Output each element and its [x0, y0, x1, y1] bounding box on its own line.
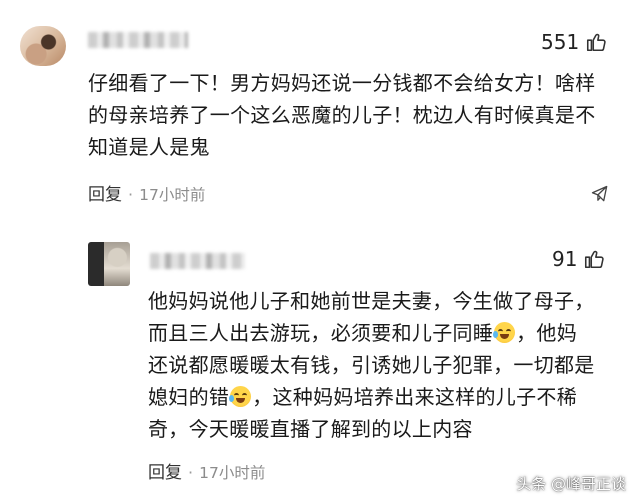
comment-line: 奇，今天暖暖直播了解到的以上内容 [148, 417, 473, 441]
like-count: 551 [541, 30, 580, 54]
reply-button[interactable]: 回复 [88, 185, 122, 205]
comment-line: 媳妇的错 ，这种妈妈培养出来这样的儿子不稀 [148, 381, 626, 413]
username-blurred[interactable] [88, 32, 188, 48]
comment-meta: 回复 · 17小时前 [148, 458, 265, 483]
comment-segment: ，他妈 [516, 321, 578, 345]
like-count: 91 [552, 247, 578, 271]
username-blurred[interactable] [150, 253, 245, 269]
comment-line: 的母亲培养了一个这么恶魔的儿子！枕边人有时候真是不 [88, 103, 596, 127]
thumbs-up-icon [585, 250, 605, 269]
comment-segment: 媳妇的错 [148, 385, 230, 409]
comment-text: 他妈妈说他儿子和她前世是夫妻，今生做了母子， 而且三人出去游玩，必须要和儿子同睡… [148, 285, 626, 445]
comment-line: 而且三人出去游玩，必须要和儿子同睡 ，他妈 [148, 317, 626, 349]
comment-meta: 回复 · 17小时前 [88, 180, 205, 205]
comment-line: 知道是人是鬼 [88, 135, 210, 159]
laughing-crying-emoji-icon [493, 322, 516, 343]
comment-line: 还说都愿暖暖太有钱，引诱她儿子犯罪，一切都是 [148, 353, 595, 377]
timestamp: 17小时前 [199, 464, 266, 482]
avatar[interactable] [20, 26, 66, 66]
like-button[interactable]: 551 [541, 30, 607, 54]
comment-line: 仔细看了一下！男方妈妈还说一分钱都不会给女方！啥样 [88, 71, 596, 95]
avatar[interactable] [88, 242, 130, 286]
comment-text: 仔细看了一下！男方妈妈还说一分钱都不会给女方！啥样 的母亲培养了一个这么恶魔的儿… [88, 67, 618, 163]
comment-segment: ，这种妈妈培养出来这样的儿子不稀 [252, 385, 578, 409]
separator: · [188, 463, 194, 482]
laughing-crying-emoji-icon [229, 386, 252, 407]
timestamp: 17小时前 [139, 186, 206, 204]
comment-segment: 而且三人出去游玩，必须要和儿子同睡 [148, 321, 494, 345]
reply-button[interactable]: 回复 [148, 463, 182, 483]
share-icon[interactable] [590, 184, 610, 204]
like-button[interactable]: 91 [552, 247, 605, 271]
watermark: 头条 @峰哥正谈 [516, 475, 626, 493]
thumbs-up-icon [587, 33, 606, 52]
separator: · [128, 185, 134, 204]
comment-line: 他妈妈说他儿子和她前世是夫妻，今生做了母子， [148, 289, 595, 313]
